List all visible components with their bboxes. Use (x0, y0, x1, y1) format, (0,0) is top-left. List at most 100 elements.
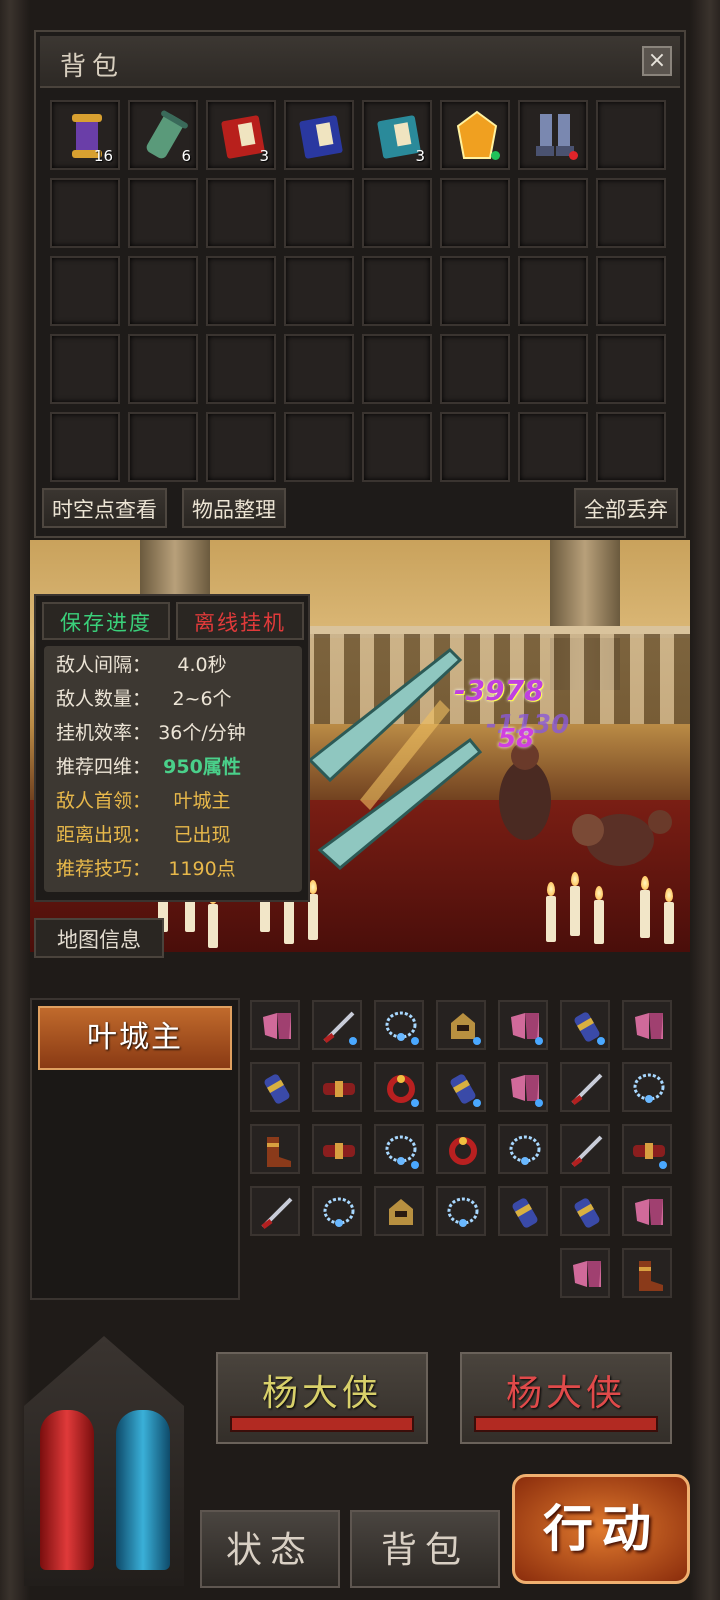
bag-slot[interactable] (440, 412, 510, 482)
loot-slot[interactable] (436, 1000, 486, 1050)
hero-button-1[interactable]: 杨大侠 (216, 1352, 428, 1444)
backpack-grid: 16 6 3 3 (50, 100, 674, 482)
candle-flame (665, 888, 673, 902)
loot-slot[interactable] (312, 1000, 362, 1050)
loot-slot[interactable] (622, 1124, 672, 1174)
sword-icon (259, 1195, 295, 1231)
bag-slot[interactable] (518, 412, 588, 482)
ring-icon (445, 1133, 481, 1169)
bag-slot[interactable] (362, 412, 432, 482)
bag-slot[interactable] (50, 178, 120, 248)
bag-slot[interactable] (50, 412, 120, 482)
bag-slot[interactable] (596, 178, 666, 248)
sort-items-button[interactable]: 物品整理 (182, 488, 286, 528)
loot-slot[interactable] (498, 1186, 548, 1236)
bag-slot[interactable] (362, 178, 432, 248)
loot-slot[interactable] (622, 1062, 672, 1112)
bag-slot[interactable]: 6 (128, 100, 198, 170)
sword-icon (569, 1133, 605, 1169)
spacetime-view-button[interactable]: 时空点查看 (42, 488, 167, 528)
loot-slot[interactable] (250, 1186, 300, 1236)
bag-slot[interactable] (596, 334, 666, 404)
loot-slot[interactable] (560, 1186, 610, 1236)
bag-slot[interactable] (50, 256, 120, 326)
pink-armor-icon (259, 1009, 295, 1045)
necklace-icon (321, 1195, 357, 1231)
loot-slot[interactable] (622, 1000, 672, 1050)
bag-slot[interactable] (518, 178, 588, 248)
loot-slot[interactable] (498, 1124, 548, 1174)
loot-slot[interactable] (436, 1062, 486, 1112)
bag-slot[interactable] (128, 178, 198, 248)
loot-slot[interactable] (622, 1248, 672, 1298)
bag-slot[interactable] (206, 334, 276, 404)
loot-slot[interactable] (250, 1000, 300, 1050)
new-item-dot (473, 1099, 481, 1107)
bag-slot[interactable] (284, 100, 354, 170)
bag-slot[interactable] (206, 178, 276, 248)
loot-slot[interactable] (498, 1000, 548, 1050)
save-progress-tab[interactable]: 保存进度 (42, 602, 170, 640)
offline-idle-tab[interactable]: 离线挂机 (176, 602, 304, 640)
mp-vial-icon (116, 1410, 170, 1570)
bag-slot[interactable]: 3 (362, 100, 432, 170)
bag-slot[interactable] (284, 412, 354, 482)
bag-slot[interactable] (440, 334, 510, 404)
loot-slot[interactable] (250, 1124, 300, 1174)
bag-slot[interactable] (596, 412, 666, 482)
bag-slot[interactable] (440, 100, 510, 170)
loot-slot[interactable] (250, 1062, 300, 1112)
bag-slot[interactable] (206, 256, 276, 326)
bag-slot[interactable] (596, 100, 666, 170)
hero-button-2[interactable]: 杨大侠 (460, 1352, 672, 1444)
info-label: 敌人间隔： (56, 654, 152, 676)
bag-slot[interactable] (518, 100, 588, 170)
loot-slot[interactable] (560, 1124, 610, 1174)
new-item-dot (411, 1161, 419, 1169)
damage-number-main: -3978 (454, 674, 544, 707)
loot-slot[interactable] (312, 1062, 362, 1112)
loot-slot[interactable] (622, 1186, 672, 1236)
loot-slot[interactable] (312, 1124, 362, 1174)
bag-slot[interactable]: 3 (206, 100, 276, 170)
map-info-button[interactable]: 地图信息 (34, 918, 164, 958)
loot-slot[interactable] (436, 1124, 486, 1174)
bag-slot[interactable] (440, 178, 510, 248)
loot-slot[interactable] (374, 1000, 424, 1050)
loot-slot[interactable] (560, 1000, 610, 1050)
status-tab-button[interactable]: 状态 (200, 1510, 340, 1588)
bag-slot[interactable] (518, 334, 588, 404)
info-value: 叶城主 (173, 790, 231, 812)
loot-slot[interactable] (312, 1186, 362, 1236)
bag-slot[interactable]: 16 (50, 100, 120, 170)
bag-tab-button[interactable]: 背包 (350, 1510, 500, 1588)
loot-slot[interactable] (436, 1186, 486, 1236)
loot-slot[interactable] (560, 1248, 610, 1298)
boss-name-button[interactable]: 叶城主 (38, 1006, 232, 1070)
loot-slot[interactable] (498, 1062, 548, 1112)
bag-slot[interactable] (128, 334, 198, 404)
info-label: 距离出现： (56, 824, 152, 846)
backpack-panel: 背包 × 16 6 3 3 时空点查看 物品整理 全部丢弃 (34, 30, 686, 538)
bag-slot[interactable] (596, 256, 666, 326)
bag-slot[interactable] (362, 256, 432, 326)
bag-slot[interactable] (128, 256, 198, 326)
bag-slot[interactable] (284, 334, 354, 404)
candle-flame (547, 882, 555, 896)
bag-slot[interactable] (128, 412, 198, 482)
loot-slot[interactable] (374, 1186, 424, 1236)
action-button[interactable]: 行动 (512, 1474, 690, 1584)
close-button[interactable]: × (642, 46, 672, 76)
bag-slot[interactable] (440, 256, 510, 326)
loot-slot[interactable] (374, 1124, 424, 1174)
bag-slot[interactable] (362, 334, 432, 404)
loot-slot[interactable] (374, 1062, 424, 1112)
bag-slot[interactable] (284, 178, 354, 248)
bag-slot[interactable] (284, 256, 354, 326)
bag-slot[interactable] (206, 412, 276, 482)
bag-slot[interactable] (50, 334, 120, 404)
bag-slot[interactable] (518, 256, 588, 326)
necklace-icon (507, 1133, 543, 1169)
loot-slot[interactable] (560, 1062, 610, 1112)
discard-all-button[interactable]: 全部丢弃 (574, 488, 678, 528)
